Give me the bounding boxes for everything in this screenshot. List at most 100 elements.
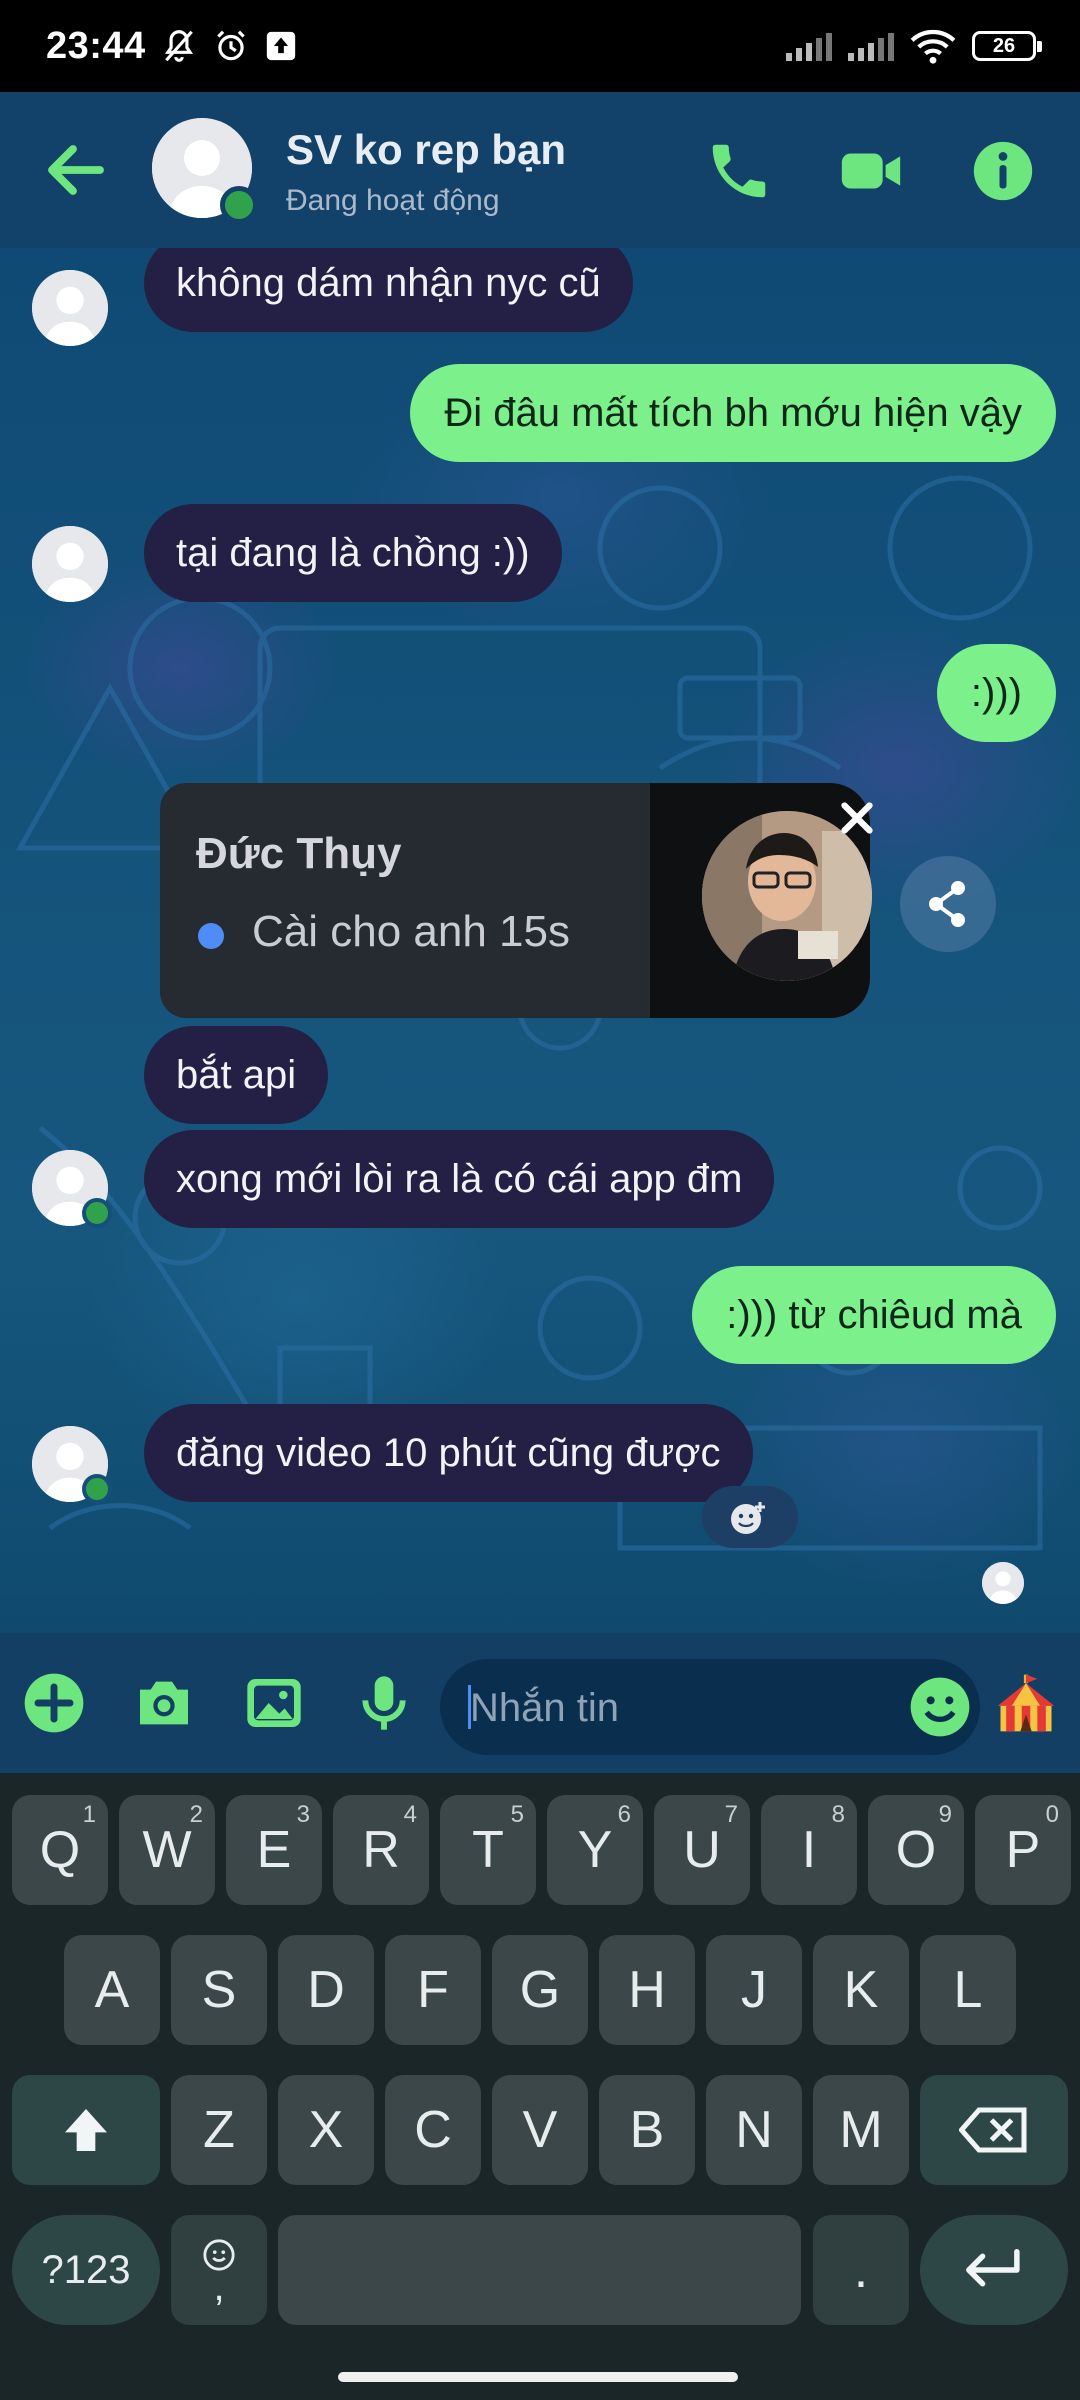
key-hint: 4 [403,1801,417,1828]
message-input[interactable] [468,1659,892,1757]
key-label: V [522,2101,558,2159]
key-o[interactable]: O9 [868,1795,964,1905]
key-hint: 7 [724,1801,738,1828]
key-y[interactable]: Y6 [547,1795,643,1905]
incoming-message[interactable]: đăng video 10 phút cũng được [144,1404,753,1502]
default-avatar-icon [32,270,108,346]
backspace-key[interactable] [920,2075,1068,2185]
outgoing-message[interactable]: :))) [936,644,1056,742]
key-label: F [417,1961,449,2019]
emoji-icon[interactable] [908,1675,972,1739]
key-hint: 1 [82,1801,96,1828]
key-g[interactable]: G [492,1935,588,2045]
circus-tent-icon[interactable] [992,1669,1060,1737]
key-f[interactable]: F [385,1935,481,2045]
key-hint: 8 [831,1801,845,1828]
unread-dot [198,923,224,949]
shift-key[interactable] [12,2075,160,2185]
key-z[interactable]: Z [171,2075,267,2185]
enter-key[interactable] [920,2215,1068,2325]
notification-message: Cài cho anh 15s [252,907,570,956]
incoming-message[interactable]: không dám nhận nyc cũ [144,248,633,332]
key-hint: 0 [1045,1801,1059,1828]
key-label: D [307,1961,345,2019]
key-k[interactable]: K [813,1935,909,2045]
key-p[interactable]: P0 [975,1795,1071,1905]
key-s[interactable]: S [171,1935,267,2045]
key-v[interactable]: V [492,2075,588,2185]
incoming-message[interactable]: xong mới lòi ra là có cái app đm [144,1130,775,1228]
key-c[interactable]: C [385,2075,481,2185]
status-bar: 23:44 26 [0,0,1080,92]
key-j[interactable]: J [706,1935,802,2045]
key-label: U [683,1821,721,1879]
key-d[interactable]: D [278,1935,374,2045]
key-r[interactable]: R4 [333,1795,429,1905]
camera-icon[interactable] [132,1671,196,1735]
notification-card[interactable]: Đức Thụy Cài cho anh 15s [160,783,650,1018]
active-status: Đang hoạt động [286,184,500,217]
space-key[interactable] [278,2215,801,2325]
battery-indicator: 26 [972,31,1042,61]
plus-icon[interactable] [22,1671,86,1735]
key-label: O [895,1821,937,1879]
emoji-comma-key[interactable]: , [171,2215,267,2325]
key-label: I [801,1821,817,1879]
gallery-icon[interactable] [242,1671,306,1735]
share-icon [929,881,965,927]
microphone-icon[interactable] [352,1671,416,1735]
key-t[interactable]: T5 [440,1795,536,1905]
on-screen-keyboard: Q1 W2 E3 R4 T5 Y6 U7 I8 O9 P0 A S D F G … [0,1773,1080,2400]
key-hint: 3 [296,1801,310,1828]
key-label: X [308,2101,344,2159]
home-indicator[interactable] [338,2372,738,2382]
add-reaction-button[interactable] [702,1486,798,1548]
sender-avatar[interactable] [32,526,108,602]
outgoing-message[interactable]: Đi đâu mất tích bh mớu hiện vậy [410,364,1056,462]
key-a[interactable]: A [64,1935,160,2045]
enter-arrow-icon [966,2248,1020,2287]
key-label: H [628,1961,666,2019]
symbols-key[interactable]: ?123 [12,2215,160,2325]
conversation-title[interactable]: SV ko rep bạn [286,126,566,174]
key-h[interactable]: H [599,1935,695,2045]
key-n[interactable]: N [706,2075,802,2185]
key-label: ?123 [41,2247,131,2292]
key-label: T [472,1821,504,1879]
key-i[interactable]: I8 [761,1795,857,1905]
chat-head-notification[interactable]: Đức Thụy Cài cho anh 15s [160,783,873,1018]
key-label: Y [577,1821,613,1879]
online-status-dot [82,1198,112,1228]
key-m[interactable]: M [813,2075,909,2185]
back-arrow-icon[interactable] [40,134,112,206]
sender-avatar[interactable] [32,270,108,346]
period-key[interactable]: . [813,2215,909,2325]
share-button[interactable] [900,856,996,952]
video-call-icon[interactable] [836,136,906,206]
outgoing-message[interactable]: :))) từ chiêud mà [692,1266,1056,1364]
key-l[interactable]: L [920,1935,1016,2045]
phone-call-icon[interactable] [704,136,774,206]
key-x[interactable]: X [278,2075,374,2185]
close-icon[interactable] [832,793,882,843]
chat-header: SV ko rep bạn Đang hoạt động [0,92,1080,248]
key-w[interactable]: W2 [119,1795,215,1905]
key-q[interactable]: Q1 [12,1795,108,1905]
info-icon[interactable] [968,136,1038,206]
key-label: P [1005,1821,1041,1879]
key-e[interactable]: E3 [226,1795,322,1905]
key-label: J [741,1961,767,2019]
incoming-message[interactable]: tại đang là chồng :)) [144,504,562,602]
key-hint: 2 [189,1801,203,1828]
key-label: G [519,1961,561,2019]
key-u[interactable]: U7 [654,1795,750,1905]
key-hint: 6 [617,1801,631,1828]
incoming-message[interactable]: bắt api [144,1026,329,1124]
key-b[interactable]: B [599,2075,695,2185]
key-label: Q [39,1821,81,1879]
text-cursor [468,1685,471,1729]
key-label: , [213,2265,225,2309]
backspace-icon [959,2107,1027,2153]
message-input-container[interactable] [440,1659,980,1757]
key-hint: 5 [510,1801,524,1828]
